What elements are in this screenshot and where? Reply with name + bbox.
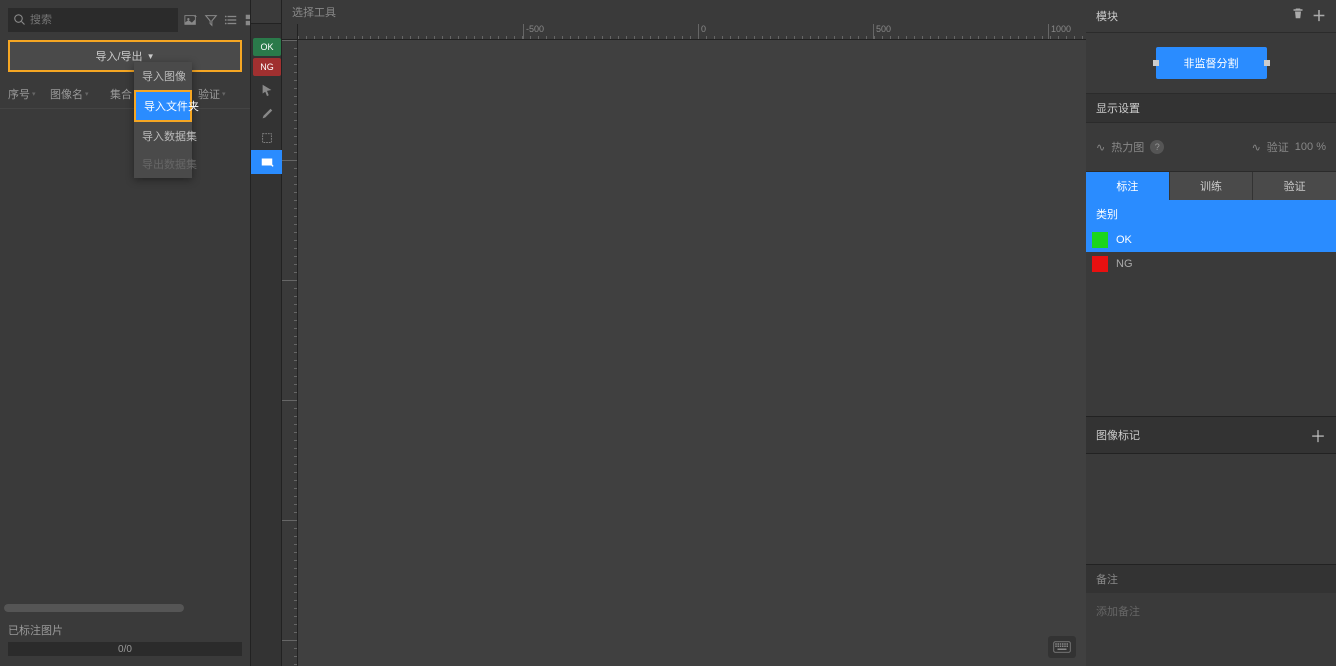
svg-text:+: + (194, 13, 198, 20)
right-panel: 模块 ＋ 非监督分割 显示设置 ∿ 热力图 ? ∿ 验证 100 % 标注 训练… (1086, 0, 1336, 666)
module-title: 模块 (1096, 8, 1118, 24)
left-footer: 已标注图片 0/0 (0, 618, 250, 666)
brush-tool[interactable] (251, 102, 283, 126)
progress-text: 0/0 (118, 644, 132, 655)
category-item-ok[interactable]: OK (1086, 228, 1336, 252)
menu-import-folder[interactable]: 导入文件夹 (134, 90, 192, 122)
ng-tag-button[interactable]: NG (253, 58, 281, 76)
caret-down-icon: ▼ (147, 52, 155, 61)
wave-icon: ∿ (1252, 141, 1261, 154)
delete-module-icon[interactable] (1292, 6, 1304, 26)
image-tags-body (1086, 454, 1336, 564)
module-body: 非监督分割 (1086, 33, 1336, 94)
category-ng-label: NG (1116, 258, 1133, 270)
marquee-tool[interactable] (251, 126, 283, 150)
menu-export-dataset: 导出数据集 (134, 150, 192, 178)
canvas-area: 选择工具 -50005001000 (282, 0, 1086, 666)
percent-label: 100 % (1295, 141, 1326, 153)
notes-header: 备注 (1086, 564, 1336, 593)
spacer (1086, 276, 1336, 416)
mode-tabs: 标注 训练 验证 (1086, 172, 1336, 200)
display-settings-header: 显示设置 (1086, 94, 1336, 123)
search-row: + (0, 0, 250, 40)
image-tags-title: 图像标记 (1096, 427, 1140, 443)
progress-bar: 0/0 (8, 642, 242, 656)
import-export-button[interactable]: 导入/导出 ▼ (8, 40, 242, 72)
labeled-count-label: 已标注图片 (8, 622, 242, 638)
filter-icon[interactable] (204, 11, 218, 29)
search-icon (14, 14, 26, 26)
verify-label: 验证 (1267, 139, 1289, 155)
sort-icon: ▾ (85, 90, 89, 98)
notes-input[interactable] (1096, 603, 1326, 651)
tab-verify[interactable]: 验证 (1253, 172, 1336, 200)
swatch-green (1092, 232, 1108, 248)
image-tags-header: 图像标记 ＋ (1086, 416, 1336, 454)
display-settings-title: 显示设置 (1096, 100, 1140, 116)
module-chip[interactable]: 非监督分割 (1156, 47, 1267, 79)
category-ok-label: OK (1116, 234, 1132, 246)
add-tag-icon[interactable]: ＋ (1310, 423, 1326, 447)
region-tool[interactable] (251, 150, 283, 174)
add-module-icon[interactable]: ＋ (1312, 6, 1326, 26)
image-list-body (0, 109, 250, 666)
swatch-red (1092, 256, 1108, 272)
list-icon[interactable] (224, 11, 238, 29)
tab-train[interactable]: 训练 (1170, 172, 1254, 200)
canvas-viewport[interactable] (298, 40, 1086, 666)
search-input-wrap[interactable] (8, 8, 178, 32)
col-verify[interactable]: 验证▾ (194, 80, 238, 108)
sort-icon: ▾ (222, 90, 226, 98)
left-panel: + 导入/导出 ▼ 序号▾ 图像名▾ 集合▾ 标签▾ 验证▾ 已标注图片 0/0… (0, 0, 250, 666)
image-table-header: 序号▾ 图像名▾ 集合▾ 标签▾ 验证▾ (0, 80, 250, 109)
import-export-dropdown: 导入图像 导入文件夹 导入数据集 导出数据集 (134, 62, 192, 178)
help-icon[interactable]: ? (1150, 140, 1164, 154)
wave-icon: ∿ (1096, 141, 1105, 154)
display-settings-body: ∿ 热力图 ? ∿ 验证 100 % (1086, 123, 1336, 172)
notes-body (1086, 593, 1336, 666)
ok-tag-button[interactable]: OK (253, 38, 281, 56)
tool-strip-header (251, 0, 281, 24)
image-add-icon[interactable]: + (184, 11, 198, 29)
sort-icon: ▾ (32, 90, 36, 98)
search-input[interactable] (30, 14, 172, 26)
module-header: 模块 ＋ (1086, 0, 1336, 33)
scrollbar-thumb[interactable] (4, 604, 184, 612)
left-scrollbar[interactable] (4, 604, 184, 612)
ruler-corner (282, 24, 298, 40)
notes-title: 备注 (1096, 574, 1118, 586)
ruler-horizontal: -50005001000 (298, 24, 1086, 40)
category-title: 类别 (1086, 200, 1336, 228)
tab-label[interactable]: 标注 (1086, 172, 1170, 200)
category-item-ng[interactable]: NG (1086, 252, 1336, 276)
tool-strip: OK NG (250, 0, 282, 666)
col-name[interactable]: 图像名▾ (46, 80, 106, 108)
ruler-vertical (282, 40, 298, 666)
category-section: 类别 OK NG (1086, 200, 1336, 276)
heatmap-label: 热力图 (1111, 139, 1144, 155)
menu-import-images[interactable]: 导入图像 (134, 62, 192, 90)
col-num[interactable]: 序号▾ (4, 80, 46, 108)
menu-import-dataset[interactable]: 导入数据集 (134, 122, 192, 150)
pointer-tool[interactable] (251, 78, 283, 102)
canvas-title: 选择工具 (282, 0, 1086, 24)
keyboard-icon[interactable] (1048, 636, 1076, 658)
